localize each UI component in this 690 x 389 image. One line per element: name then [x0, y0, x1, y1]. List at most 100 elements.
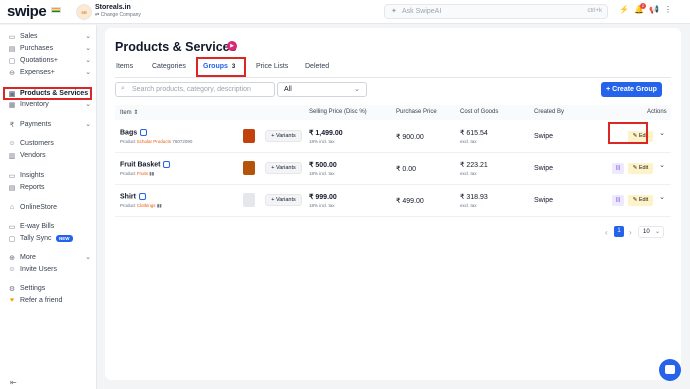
sidebar-item-insights[interactable]: ▭ Insights	[0, 171, 97, 182]
sidebar-item-vendors[interactable]: ▥ Vendors	[0, 151, 97, 162]
sidebar-item-tally-sync[interactable]: ▢ Tally Sync NEW	[0, 234, 97, 245]
sidebar-item-inventory[interactable]: ▦ Inventory ⌄	[0, 100, 97, 111]
expand-row-chevron-icon[interactable]: ⌄	[656, 160, 668, 172]
chevron-down-icon: ⌄	[654, 229, 660, 235]
table-row[interactable]: Shirt Product Clothings ▮▮ + Variants ₹ …	[115, 185, 671, 217]
variant-cube-icon	[140, 129, 148, 136]
ask-ai-search[interactable]: ✦ Ask SwipeAI ctrl+k	[384, 4, 608, 19]
sidebar-item-invite-users[interactable]: ☺ Invite Users	[0, 265, 97, 276]
megaphone-icon[interactable]: 📢	[649, 5, 659, 14]
annotation-highlight-box	[608, 122, 648, 144]
item-name-text: Bags	[120, 129, 138, 137]
column-header-selling-price: Selling Price (Disc %)	[309, 109, 367, 115]
purchase-price: ₹ 499.00	[396, 198, 424, 205]
cost-of-goods-tax: excl. tax	[460, 139, 477, 144]
purchases-icon: ▤	[8, 46, 16, 53]
change-company-link[interactable]: ⇄ Change Company	[95, 12, 141, 18]
next-page-icon[interactable]: ›	[629, 228, 632, 237]
filter-select[interactable]: All ⌄	[277, 82, 367, 97]
ask-ai-placeholder: Ask SwipeAI	[402, 8, 442, 15]
sidebar-item-reports[interactable]: ▤ Reports	[0, 183, 97, 194]
company-name[interactable]: Storeals.in	[95, 4, 131, 11]
expand-row-chevron-icon[interactable]: ⌄	[656, 192, 668, 204]
sidebar-item-quotations[interactable]: ▢ Quotations+ ⌄	[0, 56, 97, 67]
chevron-down-icon: ⌄	[85, 69, 91, 76]
item-name[interactable]: Bags	[120, 129, 148, 137]
swipe-logo[interactable]: swipe	[7, 3, 47, 20]
edit-label: Edit	[638, 197, 649, 203]
item-hsn-code: 76072090	[172, 139, 193, 144]
item-type: Product	[120, 203, 136, 208]
edit-button[interactable]: ✎ Edit	[628, 195, 653, 206]
sidebar-item-products-services[interactable]: ▣ Products & Services	[0, 87, 97, 100]
cost-of-goods-tax: excl. tax	[460, 171, 477, 176]
barcode-button-icon[interactable]: |||	[612, 195, 624, 206]
sidebar-item-sales[interactable]: ▭ Sales ⌄	[0, 32, 97, 43]
item-name[interactable]: Shirt	[120, 193, 146, 200]
expand-row-chevron-icon[interactable]: ⌄	[656, 128, 668, 140]
item-category: Scholar Products	[136, 139, 172, 144]
sidebar-item-payments[interactable]: ₹ Payments ⌄	[0, 120, 97, 131]
sidebar-item-eway-bills[interactable]: ▭ E-way Bills	[0, 222, 97, 233]
edit-button[interactable]: ✎ Edit	[628, 163, 653, 174]
sidebar-item-refer-a-friend[interactable]: ♥ Refer a friend	[0, 296, 97, 307]
sidebar-item-label: Purchases	[20, 45, 54, 52]
chat-icon	[665, 365, 675, 374]
more-vertical-icon[interactable]: ⋮	[664, 5, 672, 14]
purchase-price: ₹ 900.00	[396, 134, 424, 141]
sort-icon: ⇕	[133, 110, 139, 116]
sidebar-item-purchases[interactable]: ▤ Purchases ⌄	[0, 44, 97, 55]
tab-deleted[interactable]: Deleted	[305, 63, 329, 70]
add-variants-button[interactable]: + Variants	[265, 194, 302, 206]
item-name[interactable]: Fruit Basket	[120, 161, 171, 168]
tabs-divider	[115, 77, 671, 78]
sidebar-item-label: Customers	[20, 140, 54, 147]
bolt-icon[interactable]: ⚡	[619, 5, 629, 14]
sidebar-item-customers[interactable]: ☺ Customers	[0, 139, 97, 150]
variant-cube-icon	[163, 161, 171, 168]
edit-label: Edit	[638, 165, 649, 171]
prev-page-icon[interactable]: ‹	[605, 228, 608, 237]
tab-price-lists[interactable]: Price Lists	[256, 63, 288, 70]
add-variants-button[interactable]: + Variants	[265, 162, 302, 174]
column-header-item[interactable]: Item ⇕	[120, 109, 138, 116]
pencil-icon: ✎	[632, 197, 638, 203]
page-size-select[interactable]: 10 ⌄	[638, 226, 664, 238]
item-type: Product	[120, 139, 136, 144]
invite-icon: ☺	[8, 266, 16, 273]
item-category: Clothings	[136, 203, 156, 208]
purchase-price: ₹ 0.00	[396, 166, 417, 173]
sidebar-item-label: Vendors	[20, 152, 46, 159]
sidebar-item-onlinestore[interactable]: ⌂ OnlineStore	[0, 203, 97, 214]
selling-price: ₹ 999.00	[309, 194, 337, 201]
tab-categories[interactable]: Categories	[152, 63, 186, 70]
sidebar-item-expenses[interactable]: ⊖ Expenses+ ⌄	[0, 68, 97, 79]
sidebar-item-label: E-way Bills	[20, 223, 55, 230]
sidebar-item-settings[interactable]: ⚙ Settings	[0, 284, 97, 295]
pencil-icon: ✎	[632, 165, 638, 171]
chat-support-button[interactable]	[659, 359, 681, 381]
sidebar-item-label: Insights	[20, 172, 45, 179]
reports-icon: ▤	[8, 185, 16, 192]
item-name-text: Shirt	[120, 193, 136, 201]
add-variants-button[interactable]: + Variants	[265, 130, 302, 142]
column-header-purchase-price: Purchase Price	[396, 109, 437, 115]
table-row[interactable]: Bags Product Scholar Products 76072090 +…	[115, 121, 671, 153]
sidebar-item-more[interactable]: ⊕ More ⌄	[0, 253, 97, 264]
collapse-sidebar-icon[interactable]: ⇤	[10, 378, 17, 387]
item-meta: Product Fruits ▮▮	[120, 171, 154, 177]
product-search-input[interactable]: ⌕ Search products, category, description	[115, 82, 275, 97]
sidebar: ▭ Sales ⌄ ▤ Purchases ⌄ ▢ Quotations+ ⌄ …	[0, 25, 97, 389]
tab-items[interactable]: Items	[116, 63, 133, 70]
cost-of-goods-tax: excl. tax	[460, 203, 477, 208]
barcode-button-icon[interactable]: |||	[612, 163, 624, 174]
vendors-icon: ▥	[8, 153, 16, 160]
created-by: Swipe	[534, 165, 554, 172]
table-row[interactable]: Fruit Basket Product Fruits ▮▮ + Variant…	[115, 153, 671, 185]
create-group-button[interactable]: + Create Group	[601, 82, 662, 97]
insights-icon: ▭	[8, 173, 16, 180]
current-page[interactable]: 1	[614, 226, 624, 237]
sidebar-item-label: Products & Services	[20, 90, 89, 97]
play-video-icon[interactable]: ▶	[227, 41, 237, 51]
company-avatar[interactable]: SR	[76, 4, 92, 20]
